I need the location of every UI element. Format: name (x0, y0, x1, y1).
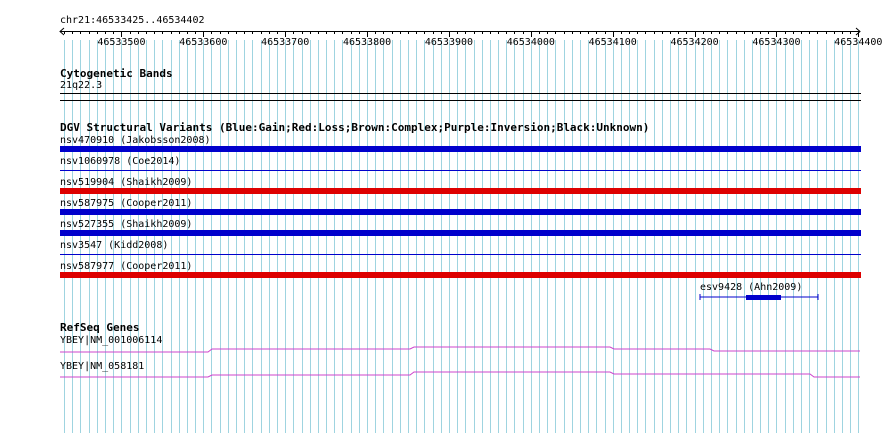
variant-label: nsv3547 (Kidd2008) (60, 240, 169, 251)
ruler-tick-label: 46534300 (752, 37, 800, 48)
refseq-track-title: RefSeq Genes (60, 321, 140, 334)
variant-label: nsv527355 (Shaikh2009) (60, 219, 193, 230)
variant-gain-bar[interactable] (60, 209, 861, 215)
ruler-tick-label: 46534100 (589, 37, 637, 48)
cytoband-track-title: Cytogenetic Bands (60, 67, 173, 80)
variant-label: nsv1060978 (Coe2014) (60, 156, 181, 167)
variant-label: nsv519904 (Shaikh2009) (60, 177, 193, 188)
ruler-tick-label: 46533500 (97, 37, 145, 48)
variant-label: nsv587977 (Cooper2011) (60, 261, 193, 272)
ruler-tick-label: 46534400 (834, 37, 882, 48)
variant-label: nsv587975 (Cooper2011) (60, 198, 193, 209)
ruler-tick-label: 46534200 (671, 37, 719, 48)
esv-feature-glyph[interactable] (698, 292, 822, 302)
variant-gain-bar[interactable] (60, 146, 861, 152)
variant-loss-bar[interactable] (60, 272, 861, 278)
variant-line[interactable] (60, 170, 861, 171)
gene-model[interactable] (0, 366, 890, 382)
gene-model[interactable] (0, 340, 890, 356)
cytoband-label: 21q22.3 (60, 80, 103, 91)
ruler-tick-label: 46533900 (425, 37, 473, 48)
variant-loss-bar[interactable] (60, 188, 861, 194)
track-divider (60, 100, 861, 101)
variant-gain-bar[interactable] (60, 230, 861, 236)
ruler-tick-label: 46533600 (179, 37, 227, 48)
coordinate-ruler[interactable]: 46533500 46533600 46533700 46533800 46533900… (0, 22, 890, 50)
variant-line[interactable] (60, 254, 861, 255)
ruler-tick-label: 46533700 (261, 37, 309, 48)
dgv-track-title: DGV Structural Variants (Blue:Gain;Red:L… (60, 121, 650, 134)
variant-label: nsv470910 (Jakobsson2008) (60, 135, 211, 146)
ruler-tick-label: 46534000 (507, 37, 555, 48)
ruler-tick-label: 46533800 (343, 37, 391, 48)
cytoband-line (60, 93, 861, 94)
